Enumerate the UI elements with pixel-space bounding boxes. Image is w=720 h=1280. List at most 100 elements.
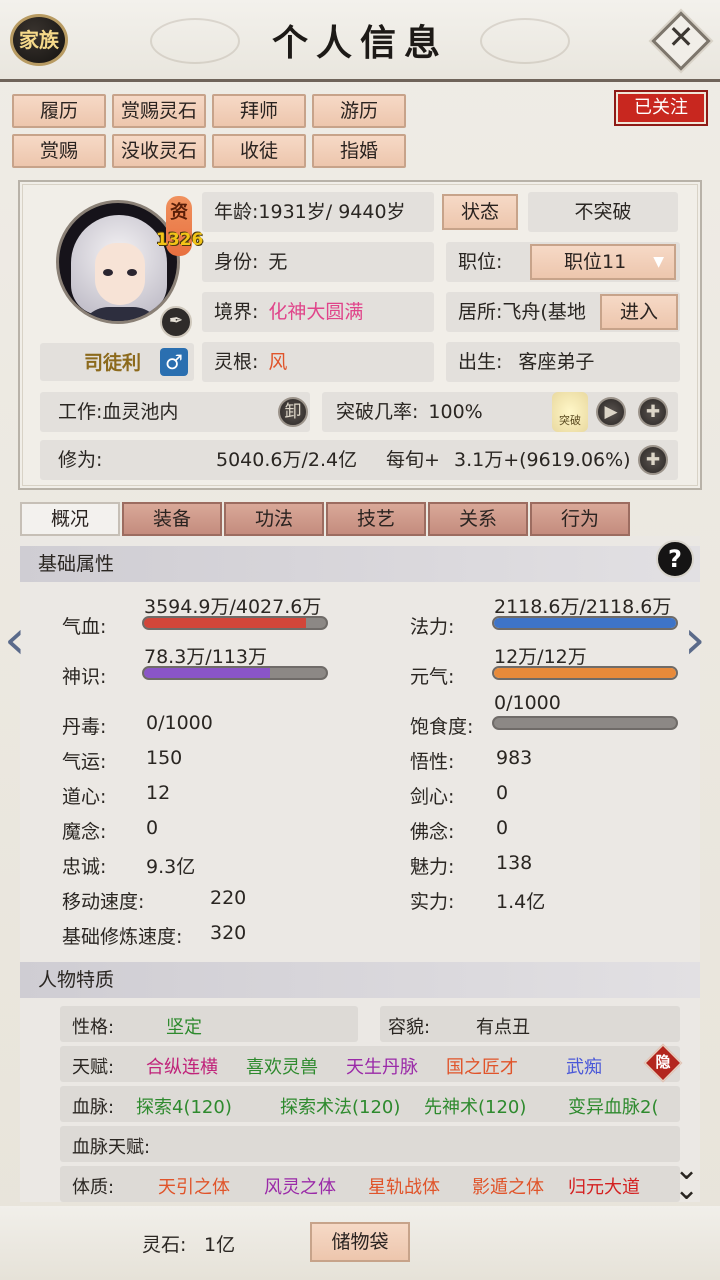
physique-label: 体质: bbox=[72, 1177, 115, 1198]
stat-label: 魅力: bbox=[410, 856, 455, 878]
spirit-root-field: 灵根: 风 bbox=[202, 342, 434, 382]
physique-item[interactable]: 影遁之体 bbox=[472, 1173, 544, 1199]
tab-equipment[interactable]: 装备 bbox=[122, 502, 222, 536]
talent-item[interactable]: 喜欢灵兽 bbox=[246, 1053, 318, 1079]
personality-value: 坚定 bbox=[166, 1017, 202, 1038]
looks-label: 容貌: bbox=[388, 1017, 431, 1038]
physique-item[interactable]: 风灵之体 bbox=[264, 1173, 336, 1199]
position-select[interactable]: 职位11 ▼ bbox=[530, 244, 676, 280]
clan-button[interactable]: 家族 bbox=[10, 14, 68, 66]
realm-field: 境界: 化神大圆满 bbox=[202, 292, 434, 332]
vigor-bar bbox=[492, 666, 678, 680]
avatar-eye bbox=[103, 269, 113, 276]
satiety-bar bbox=[492, 716, 678, 730]
tab-overview[interactable]: 概况 bbox=[20, 502, 120, 536]
talent-item[interactable]: 国之匠才 bbox=[446, 1053, 518, 1079]
realm-label: 境界: bbox=[214, 301, 259, 323]
arrange-marriage-button[interactable]: 指婚 bbox=[312, 134, 406, 168]
spirit-root-label: 灵根: bbox=[214, 351, 259, 373]
talent-row: 天赋: 合纵连横 喜欢灵兽 天生丹脉 国之匠才 武痴 bbox=[60, 1046, 680, 1082]
bloodline-label: 血脉: bbox=[72, 1097, 115, 1118]
male-icon: ♂ bbox=[160, 348, 188, 376]
stat-value: 9.3亿 bbox=[146, 856, 196, 878]
residence-value: 飞舟(基地 bbox=[502, 301, 586, 323]
spirit-stone-value: 1亿 bbox=[204, 1234, 236, 1256]
talent-item[interactable]: 合纵连横 bbox=[146, 1053, 218, 1079]
resume-button[interactable]: 履历 bbox=[12, 94, 106, 128]
work-value: 血灵池内 bbox=[102, 401, 179, 423]
take-disciple-button[interactable]: 收徒 bbox=[212, 134, 306, 168]
bloodline-item[interactable]: 探索4(120) bbox=[136, 1093, 232, 1119]
birth-field: 出生: 客座弟子 bbox=[446, 342, 680, 382]
breakthrough-toggle[interactable]: 不突破 bbox=[528, 192, 678, 232]
position-label: 职位: bbox=[458, 251, 503, 273]
close-button[interactable]: ✕ bbox=[651, 11, 711, 71]
stat-label: 气运: bbox=[62, 751, 107, 773]
scroll-down-icon[interactable]: ⌄ ⌄ bbox=[674, 1155, 699, 1205]
sense-bar bbox=[142, 666, 328, 680]
stat-label: 佛念: bbox=[410, 821, 455, 843]
work-field: 工作:血灵池内 bbox=[40, 392, 310, 432]
basic-attributes-header: 基础属性 bbox=[20, 546, 700, 582]
stat-value: 0 bbox=[146, 817, 159, 839]
talent-item[interactable]: 天生丹脉 bbox=[346, 1053, 418, 1079]
age-field: 年龄:1931岁/ 9440岁 bbox=[202, 192, 434, 232]
stat-value: 138 bbox=[496, 852, 533, 874]
breakthrough-icon[interactable]: 突破 bbox=[552, 392, 588, 432]
work-label: 工作: bbox=[58, 401, 103, 423]
stat-label: 基础修炼速度: bbox=[62, 926, 183, 948]
plus-icon[interactable]: ✚ bbox=[638, 445, 668, 475]
close-icon: ✕ bbox=[667, 18, 695, 56]
stat-value: 983 bbox=[496, 747, 533, 769]
confiscate-stone-button[interactable]: 没收灵石 bbox=[112, 134, 206, 168]
spirit-root-value: 风 bbox=[268, 351, 288, 373]
stat-label: 忠诚: bbox=[62, 856, 107, 878]
bloodline-item[interactable]: 变异血脉2( bbox=[568, 1093, 658, 1119]
tab-skills[interactable]: 技艺 bbox=[326, 502, 426, 536]
feather-icon[interactable]: ✒ bbox=[160, 306, 192, 338]
tab-techniques[interactable]: 功法 bbox=[224, 502, 324, 536]
avatar[interactable] bbox=[56, 200, 180, 324]
help-icon[interactable]: ? bbox=[656, 540, 694, 578]
reward-button[interactable]: 赏赐 bbox=[12, 134, 106, 168]
apprentice-button[interactable]: 拜师 bbox=[212, 94, 306, 128]
birth-label: 出生: bbox=[458, 351, 503, 373]
stat-value: 0 bbox=[496, 782, 509, 804]
physique-item[interactable]: 天引之体 bbox=[158, 1173, 230, 1199]
stat-label: 实力: bbox=[410, 891, 455, 913]
stat-label: 丹毒: bbox=[62, 716, 107, 738]
mana-bar-fill bbox=[494, 618, 676, 628]
physique-item[interactable]: 归元大道 bbox=[568, 1173, 640, 1199]
status-button[interactable]: 状态 bbox=[442, 194, 518, 230]
position-value: 职位11 bbox=[564, 251, 627, 273]
enter-button[interactable]: 进入 bbox=[600, 294, 678, 330]
reward-stone-button[interactable]: 赏赐灵石 bbox=[112, 94, 206, 128]
personality-label: 性格: bbox=[72, 1017, 115, 1038]
plus-icon[interactable]: ✚ bbox=[638, 397, 668, 427]
identity-label: 身份: bbox=[214, 251, 259, 273]
talent-item[interactable]: 武痴 bbox=[566, 1053, 602, 1079]
play-button[interactable]: ▶ bbox=[596, 397, 626, 427]
per-round-value: 3.1万+(9619.06%) bbox=[454, 449, 631, 471]
bloodline-talent-label: 血脉天赋: bbox=[72, 1137, 151, 1158]
sense-value: 78.3万/113万 bbox=[144, 646, 267, 668]
stat-value: 1.4亿 bbox=[496, 891, 546, 913]
chevron-left-icon[interactable]: ‹ bbox=[4, 608, 26, 671]
vigor-bar-fill bbox=[494, 668, 676, 678]
follow-button[interactable]: 已关注 bbox=[614, 90, 708, 126]
storage-bag-button[interactable]: 储物袋 bbox=[310, 1222, 410, 1262]
bloodline-item[interactable]: 先神术(120) bbox=[424, 1093, 526, 1119]
physique-item[interactable]: 星轨战体 bbox=[368, 1173, 440, 1199]
tab-actions[interactable]: 行为 bbox=[530, 502, 630, 536]
bloodline-item[interactable]: 探索术法(120) bbox=[280, 1093, 400, 1119]
stat-value: 12 bbox=[146, 782, 171, 804]
unload-button[interactable]: 卸 bbox=[278, 397, 308, 427]
hide-button[interactable]: 隐 bbox=[646, 1051, 680, 1072]
residence-label: 居所: bbox=[458, 301, 503, 323]
physique-row: 体质: 天引之体 风灵之体 星轨战体 影遁之体 归元大道 bbox=[60, 1166, 680, 1202]
chevron-right-icon[interactable]: › bbox=[684, 608, 706, 671]
tab-relations[interactable]: 关系 bbox=[428, 502, 528, 536]
travel-button[interactable]: 游历 bbox=[312, 94, 406, 128]
stat-label: 移动速度: bbox=[62, 891, 145, 913]
page-title: 个人信息 bbox=[271, 22, 448, 64]
